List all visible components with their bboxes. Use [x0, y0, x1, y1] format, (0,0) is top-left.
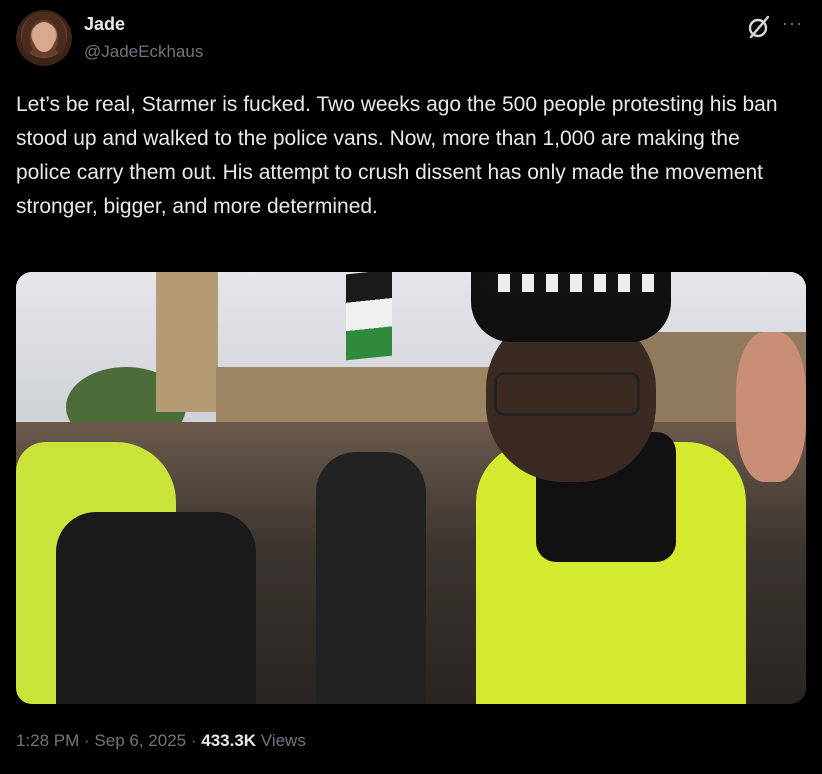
video-hat-band: [486, 274, 656, 292]
video-officer-glasses: [494, 372, 640, 416]
author-avatar[interactable]: [16, 10, 72, 66]
tweet-video[interactable]: [16, 272, 806, 704]
meta-separator: ·: [186, 731, 202, 750]
video-tower: [156, 272, 218, 412]
views-label: Views: [256, 731, 306, 750]
author-name[interactable]: Jade: [84, 14, 125, 35]
views-count[interactable]: 433.3K: [201, 731, 256, 750]
meta-separator: ·: [79, 731, 95, 750]
author-handle[interactable]: @JadeEckhaus: [84, 42, 203, 62]
tweet-meta: 1:28 PM · Sep 6, 2025 · 433.3K Views: [16, 731, 306, 751]
tweet-text: Let’s be real, Starmer is fucked. Two we…: [16, 93, 778, 218]
video-flag: [346, 272, 392, 361]
tweet-date[interactable]: Sep 6, 2025: [94, 731, 186, 750]
grok-icon[interactable]: [746, 14, 772, 40]
avatar-face: [33, 22, 55, 52]
video-officer-left-shirt: [56, 512, 256, 704]
video-photographer: [316, 452, 426, 704]
tweet-time[interactable]: 1:28 PM: [16, 731, 79, 750]
video-bystander: [736, 332, 806, 482]
more-icon[interactable]: ···: [782, 13, 803, 34]
